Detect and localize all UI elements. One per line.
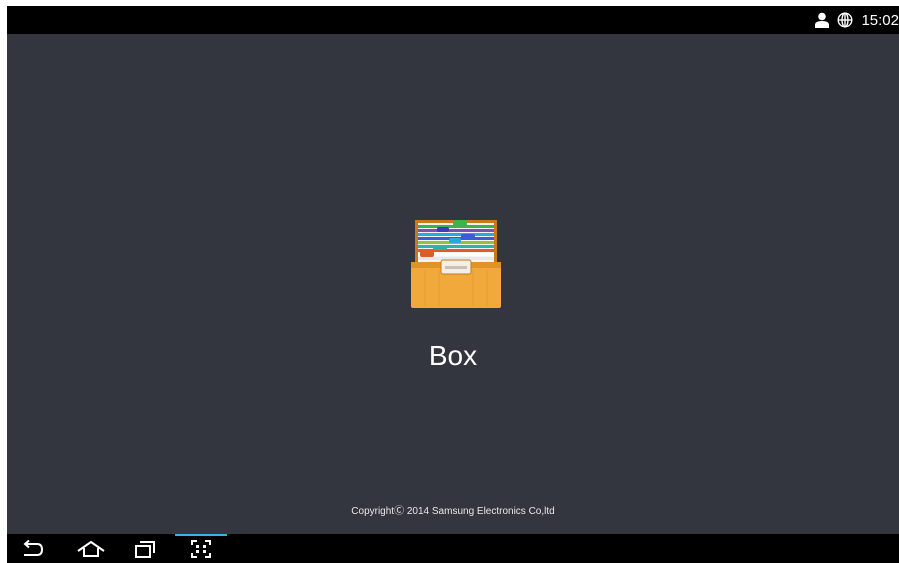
- recent-apps-button[interactable]: [127, 534, 163, 563]
- copyright-text: CopyrightⒸ 2014 Samsung Electronics Co,l…: [351, 506, 555, 517]
- status-indicators: 15:02: [815, 6, 899, 34]
- screen-capture-icon: [191, 539, 211, 558]
- recent-apps-icon: [134, 540, 156, 558]
- splash-screen: Box CopyrightⒸ 2014 Samsung Electronics …: [7, 34, 899, 534]
- status-time: 15:02: [861, 11, 899, 29]
- home-button[interactable]: [71, 534, 111, 563]
- device-screen: 15:02 Box CopyrightⒸ 2014 Samsung Electr…: [7, 6, 899, 563]
- screen-capture-button[interactable]: [179, 534, 223, 563]
- user-icon: [815, 12, 830, 28]
- back-button[interactable]: [15, 534, 51, 563]
- app-title: Box: [428, 340, 478, 371]
- home-icon: [76, 540, 106, 558]
- globe-icon: [837, 12, 853, 28]
- back-icon: [21, 539, 45, 558]
- box-drawer-icon: [411, 218, 501, 308]
- status-bar: 15:02: [7, 6, 899, 34]
- navigation-bar: [7, 534, 899, 563]
